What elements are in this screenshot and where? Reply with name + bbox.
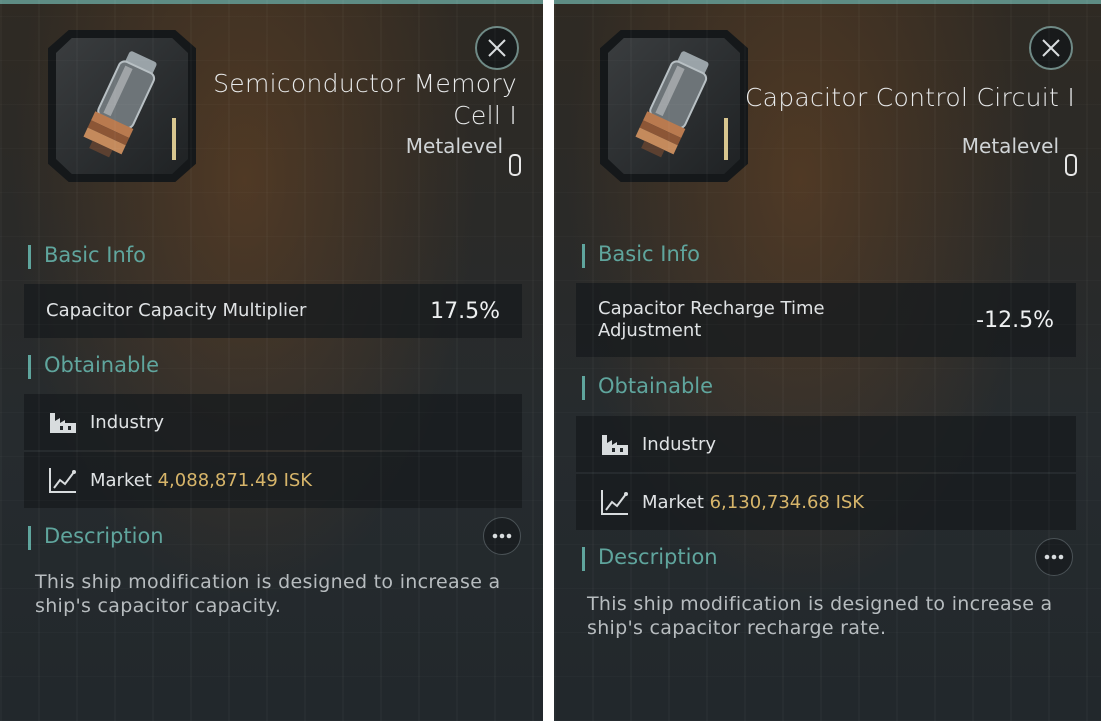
metalevel-value: 0: [509, 154, 521, 176]
market-row[interactable]: Market 4,088,871.49 ISK: [24, 452, 522, 508]
capacitor-module-icon: [635, 51, 709, 158]
industry-row[interactable]: Industry: [576, 416, 1076, 472]
more-button[interactable]: [483, 517, 521, 555]
basic-info-header: Basic Info: [26, 243, 146, 269]
description-header: Description: [580, 545, 718, 571]
description-line1: This ship modification is designed to in…: [587, 593, 1053, 615]
description-text: This ship modification is designed to in…: [587, 592, 1092, 640]
stat-row: Capacitor Capacity Multiplier 17.5%: [24, 284, 522, 338]
description-line2: ship's capacitor capacity.: [35, 595, 282, 617]
stat-label: Capacitor Recharge Time Adjustment: [576, 298, 976, 342]
stat-label-line1: Capacitor Recharge Time: [598, 298, 825, 319]
close-icon: [488, 39, 506, 57]
factory-icon: [50, 413, 76, 433]
item-icon-frame: [48, 30, 196, 182]
industry-label: Industry: [90, 411, 165, 433]
metalevel-value: 0: [1065, 154, 1077, 176]
industry-label: Industry: [642, 433, 717, 455]
metalevel: Metalevel 0: [406, 134, 521, 176]
stat-label-line2: Adjustment: [598, 320, 702, 341]
metalevel-label: Metalevel: [405, 134, 503, 158]
obtainable-header: Obtainable: [580, 374, 713, 400]
item-title: Capacitor Control Circuit I: [744, 83, 1075, 112]
description-header: Description: [26, 524, 164, 550]
stat-label: Capacitor Capacity Multiplier: [46, 300, 307, 321]
item-title: Semiconductor Memory Cell I: [197, 68, 517, 132]
metalevel: Metalevel 0: [962, 134, 1077, 176]
basic-info-header: Basic Info: [580, 242, 700, 268]
industry-row[interactable]: Industry: [24, 394, 522, 450]
capacitor-module-icon: [83, 51, 157, 158]
item-info-panel-right: Capacitor Control Circuit I Metalevel 0 B…: [554, 0, 1101, 721]
market-price: 6,130,734.68 ISK: [709, 491, 865, 513]
market-chart-icon: [601, 490, 628, 515]
market-label: Market: [642, 491, 704, 513]
more-button[interactable]: [1035, 538, 1073, 576]
market-price: 4,088,871.49 ISK: [157, 469, 313, 491]
tier-indicator: [172, 118, 176, 160]
market-label: Market: [90, 469, 152, 491]
description-line2: ship's capacitor recharge rate.: [587, 617, 887, 639]
item-info-panel-left: Semiconductor Memory Cell I Metalevel 0 B…: [0, 0, 543, 721]
obtainable-header: Obtainable: [26, 353, 159, 379]
close-button[interactable]: [475, 26, 519, 70]
metalevel-label: Metalevel: [961, 134, 1059, 158]
market-row[interactable]: Market 6,130,734.68 ISK: [576, 474, 1076, 530]
market-chart-icon: [49, 468, 76, 493]
more-options-icon: [492, 533, 512, 539]
item-icon-frame: [600, 30, 748, 182]
item-title-line1: Semiconductor Memory: [213, 69, 517, 98]
stat-value: -12.5%: [976, 307, 1054, 333]
close-icon: [1042, 39, 1060, 57]
more-options-icon: [1044, 554, 1064, 560]
close-button[interactable]: [1029, 26, 1073, 70]
tier-indicator: [724, 118, 728, 160]
description-line1: This ship modification is designed to in…: [35, 571, 501, 593]
description-text: This ship modification is designed to in…: [35, 570, 535, 618]
factory-icon: [602, 435, 628, 455]
item-title-line2: Cell I: [453, 101, 517, 130]
stat-value: 17.5%: [430, 298, 500, 324]
stat-row: Capacitor Recharge Time Adjustment -12.5…: [576, 283, 1076, 357]
